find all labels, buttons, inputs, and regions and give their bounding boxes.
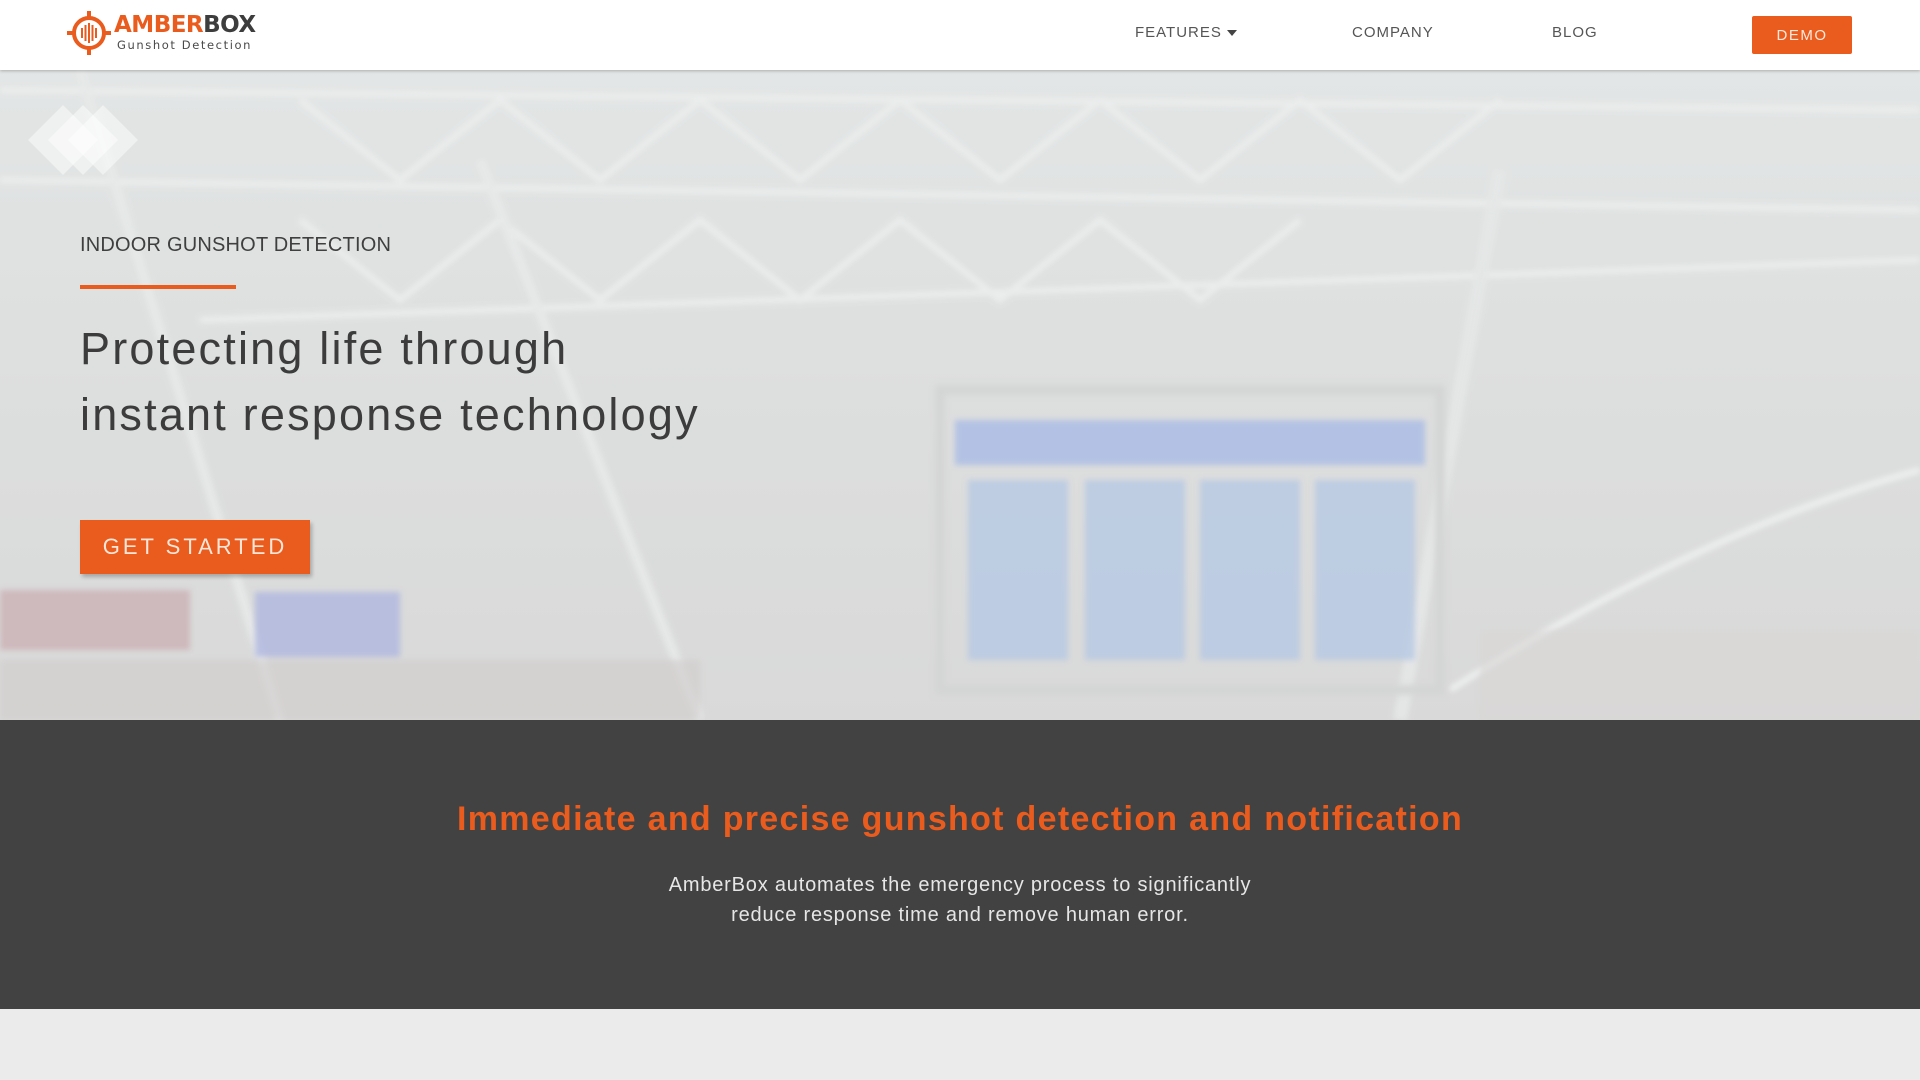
nav-item-blog[interactable]: BLOG (1552, 24, 1598, 41)
nav-item-blog-label: BLOG (1552, 24, 1598, 41)
overlapping-diamonds-icon (28, 105, 138, 175)
hero-accent-divider (80, 285, 236, 289)
demo-button[interactable]: DEMO (1752, 16, 1852, 54)
feature-intro-section: Immediate and precise gunshot detection … (0, 720, 1920, 1009)
logo-word-amber: AMBER (114, 12, 204, 39)
nav-item-company[interactable]: COMPANY (1352, 24, 1434, 41)
logo-word-box: BOX (203, 12, 256, 39)
section-heading: Immediate and precise gunshot detection … (456, 800, 1464, 838)
section-description-line-2: reduce response time and remove human er… (731, 904, 1189, 926)
logo-wordmark: AMBERBOX (114, 14, 256, 37)
section-description-line-1: AmberBox automates the emergency process… (668, 874, 1252, 896)
section-description: AmberBox automates the emergency process… (560, 870, 1360, 930)
crosshair-soundwave-icon (67, 11, 111, 55)
nav-item-features[interactable]: FEATURES (1135, 24, 1237, 41)
nav-item-features-label: FEATURES (1135, 24, 1222, 41)
hero-eyebrow: INDOOR GUNSHOT DETECTION (80, 234, 392, 256)
hero-title-line-1: Protecting life through (80, 323, 569, 374)
get-started-button[interactable]: GET STARTED (80, 520, 310, 574)
nav-item-company-label: COMPANY (1352, 24, 1434, 41)
hero-title-line-2: instant response technology (80, 389, 700, 440)
hero-section: INDOOR GUNSHOT DETECTION Protecting life… (0, 70, 1920, 720)
amberbox-logo[interactable]: AMBERBOX Gunshot Detection (66, 9, 256, 57)
logo-tagline: Gunshot Detection (117, 38, 253, 53)
next-section (0, 1009, 1920, 1080)
hero-title: Protecting life through instant response… (80, 316, 700, 448)
top-navigation-bar: AMBERBOX Gunshot Detection FEATURES COMP… (0, 0, 1920, 70)
caret-down-icon (1226, 30, 1237, 36)
